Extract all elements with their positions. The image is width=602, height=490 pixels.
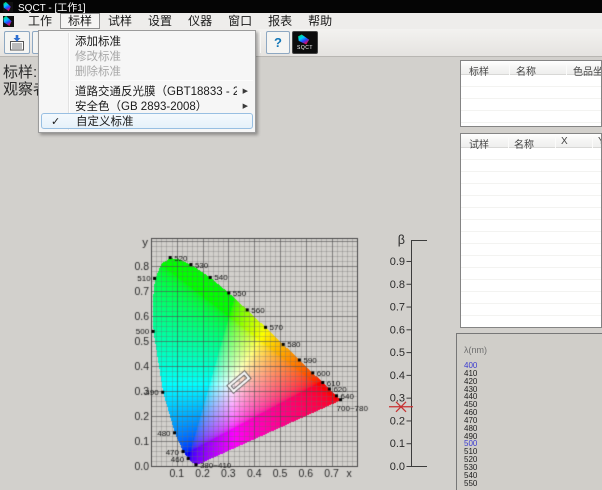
menu-item-label: 安全色（GB 2893-2008） <box>75 98 237 114</box>
sqct-label: SQCT <box>297 45 313 51</box>
table-row[interactable] <box>461 87 601 99</box>
sample-table-header: 试样 名称 X Y <box>461 134 601 148</box>
help-button[interactable]: ? <box>266 31 290 54</box>
sample-table-body[interactable] <box>461 148 601 328</box>
svg-text:β: β <box>398 233 405 247</box>
menu-item-label: 添加标准 <box>75 33 237 49</box>
app-icon <box>3 2 13 12</box>
menu-item-4[interactable]: 安全色（GB 2893-2008） ▶ <box>41 98 253 113</box>
submenu-arrow-icon: ▶ <box>243 102 248 110</box>
standard-table-body[interactable] <box>461 75 601 127</box>
table-row[interactable] <box>461 184 601 196</box>
svg-text:0.4: 0.4 <box>390 370 405 382</box>
menubar-item-3[interactable]: 设置 <box>140 13 180 29</box>
beta-axis: β0.90.80.70.60.50.40.30.20.10.0 <box>386 230 434 490</box>
sample-header-col-3[interactable]: Y <box>598 136 602 147</box>
help-icon: ? <box>274 35 282 50</box>
chromaticity-icon <box>298 34 313 45</box>
table-row[interactable] <box>461 123 601 127</box>
import-standard-button[interactable] <box>4 31 30 54</box>
column-separator <box>555 136 556 148</box>
table-row[interactable] <box>461 316 601 328</box>
table-row[interactable] <box>461 256 601 268</box>
document-window-icon[interactable] <box>3 16 14 27</box>
column-separator <box>508 136 509 148</box>
table-row[interactable] <box>461 292 601 304</box>
sample-table[interactable]: 试样 名称 X Y <box>460 133 602 328</box>
menubar-items: 工作标样试样设置仪器窗口报表帮助 <box>20 13 340 29</box>
wavelength-panel: λ(nm) 4004104204304404504604704804905005… <box>456 333 602 490</box>
sample-header-col-0[interactable]: 试样 <box>469 136 489 151</box>
sample-header-col-2[interactable]: X <box>561 136 568 147</box>
standard-table-header: 标样 名称 色品坐标 <box>461 61 601 75</box>
menu-item-2[interactable]: 删除标准 <box>41 63 253 78</box>
table-row[interactable] <box>461 304 601 316</box>
title-bar: SQCT - [工作1] <box>0 0 602 13</box>
svg-text:0.8: 0.8 <box>390 279 405 291</box>
table-row[interactable] <box>461 99 601 111</box>
menubar-item-7[interactable]: 帮助 <box>300 13 340 29</box>
menu-bar: 工作标样试样设置仪器窗口报表帮助 <box>0 13 602 29</box>
column-separator <box>592 136 593 148</box>
svg-text:0.6: 0.6 <box>390 324 405 336</box>
wavelength-header: λ(nm) <box>464 345 487 355</box>
table-row[interactable] <box>461 160 601 172</box>
standard-header-col-1[interactable]: 名称 <box>516 63 536 78</box>
standard-dropdown-menu: 添加标准修改标准删除标准道路交通反光膜（GBT18833 - 2012）▶安全色… <box>38 30 256 133</box>
table-row[interactable] <box>461 244 601 256</box>
table-row[interactable] <box>461 172 601 184</box>
app-window: SQCT - [工作1] 工作标样试样设置仪器窗口报表帮助 ? <box>0 0 602 490</box>
sample-header-col-1[interactable]: 名称 <box>514 136 534 151</box>
menu-item-0[interactable]: 添加标准 <box>41 33 253 48</box>
menu-item-label: 自定义标准 <box>76 113 236 129</box>
menu-item-label: 删除标准 <box>75 63 237 79</box>
table-row[interactable] <box>461 111 601 123</box>
menubar-item-1[interactable]: 标样 <box>60 13 100 29</box>
menu-separator <box>71 80 253 81</box>
svg-text:0.1: 0.1 <box>390 438 405 450</box>
menubar-item-4[interactable]: 仪器 <box>180 13 220 29</box>
cie-chromaticity-diagram <box>130 230 400 484</box>
table-row[interactable] <box>461 280 601 292</box>
menubar-item-5[interactable]: 窗口 <box>220 13 260 29</box>
svg-text:0.9: 0.9 <box>390 256 405 268</box>
standard-header-col-0[interactable]: 标样 <box>469 63 489 78</box>
svg-text:0.2: 0.2 <box>390 415 405 427</box>
menu-item-label: 修改标准 <box>75 48 237 64</box>
wavelength-list: 4004104204304404504604704804905005105205… <box>464 362 477 488</box>
svg-text:0.5: 0.5 <box>390 347 405 359</box>
svg-text:0.7: 0.7 <box>390 302 405 314</box>
table-row[interactable] <box>461 220 601 232</box>
checkmark-icon: ✓ <box>51 115 65 128</box>
sqct-about-button[interactable]: SQCT <box>292 31 318 54</box>
menubar-item-2[interactable]: 试样 <box>100 13 140 29</box>
menu-item-1[interactable]: 修改标准 <box>41 48 253 63</box>
svg-text:0.0: 0.0 <box>390 461 405 473</box>
table-row[interactable] <box>461 196 601 208</box>
menubar-item-6[interactable]: 报表 <box>260 13 300 29</box>
list-down-arrow-icon <box>8 35 26 51</box>
column-separator <box>509 63 510 75</box>
menubar-item-0[interactable]: 工作 <box>20 13 60 29</box>
standard-header-col-2[interactable]: 色品坐标 <box>573 63 602 78</box>
toolbar-separator <box>260 32 261 53</box>
wavelength-item[interactable]: 550 <box>464 480 477 488</box>
column-separator <box>566 63 567 75</box>
menu-item-3[interactable]: 道路交通反光膜（GBT18833 - 2012） ▶ <box>41 83 253 98</box>
menu-item-label: 道路交通反光膜（GBT18833 - 2012） <box>75 83 237 99</box>
window-title: SQCT - [工作1] <box>18 0 86 14</box>
table-row[interactable] <box>461 208 601 220</box>
table-row[interactable] <box>461 232 601 244</box>
table-row[interactable] <box>461 268 601 280</box>
submenu-arrow-icon: ▶ <box>243 87 248 95</box>
menu-item-5[interactable]: ✓ 自定义标准 <box>41 113 253 129</box>
standard-table[interactable]: 标样 名称 色品坐标 <box>460 60 602 127</box>
